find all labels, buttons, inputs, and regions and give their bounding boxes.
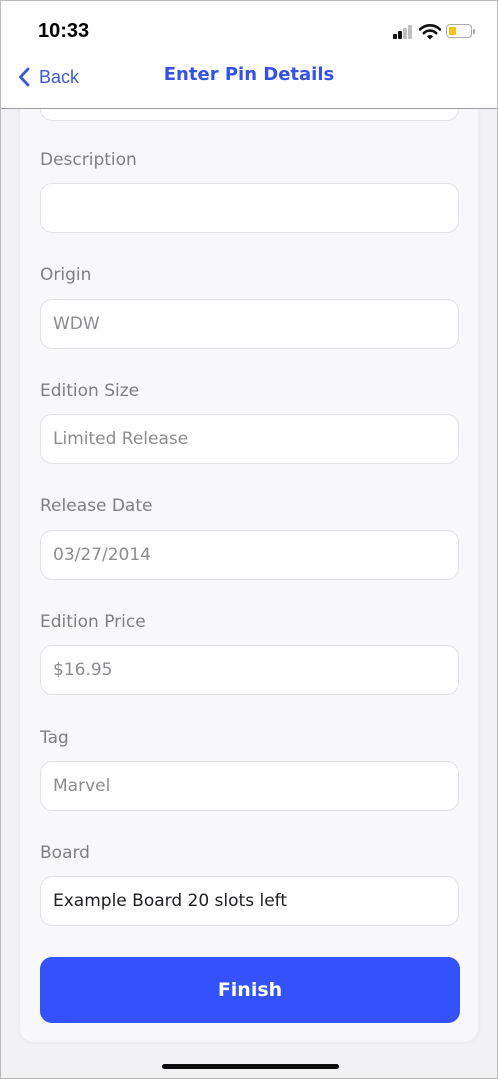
header: 10:33 Back Enter Pin Details [1,1,497,109]
edition-price-field[interactable]: $16.95 [40,645,459,695]
description-label: Description [40,150,137,170]
board-select[interactable]: Example Board 20 slots left [40,876,459,926]
battery-level [449,27,456,35]
page-title: Enter Pin Details [163,64,335,85]
tag-field[interactable]: Marvel [40,761,459,811]
home-indicator[interactable] [162,1064,339,1069]
finish-button[interactable]: Finish [40,957,460,1023]
release-date-field[interactable]: 03/27/2014 [40,530,459,580]
battery-icon [446,24,472,38]
wifi-icon [419,24,441,40]
status-icons [393,23,477,41]
tag-label: Tag [40,728,69,748]
origin-field[interactable]: WDW [40,299,459,349]
screen: Description Origin WDW Edition Size Limi… [0,0,498,1079]
release-date-label: Release Date [40,496,153,516]
edition-size-field[interactable]: Limited Release [40,414,459,464]
status-time: 10:33 [38,20,90,42]
battery-tip [473,29,475,34]
origin-label: Origin [40,265,92,285]
board-label: Board [40,843,90,863]
cellular-signal-icon [393,25,415,39]
edition-price-label: Edition Price [40,612,146,632]
edition-size-label: Edition Size [40,381,140,401]
description-field[interactable] [40,183,459,233]
